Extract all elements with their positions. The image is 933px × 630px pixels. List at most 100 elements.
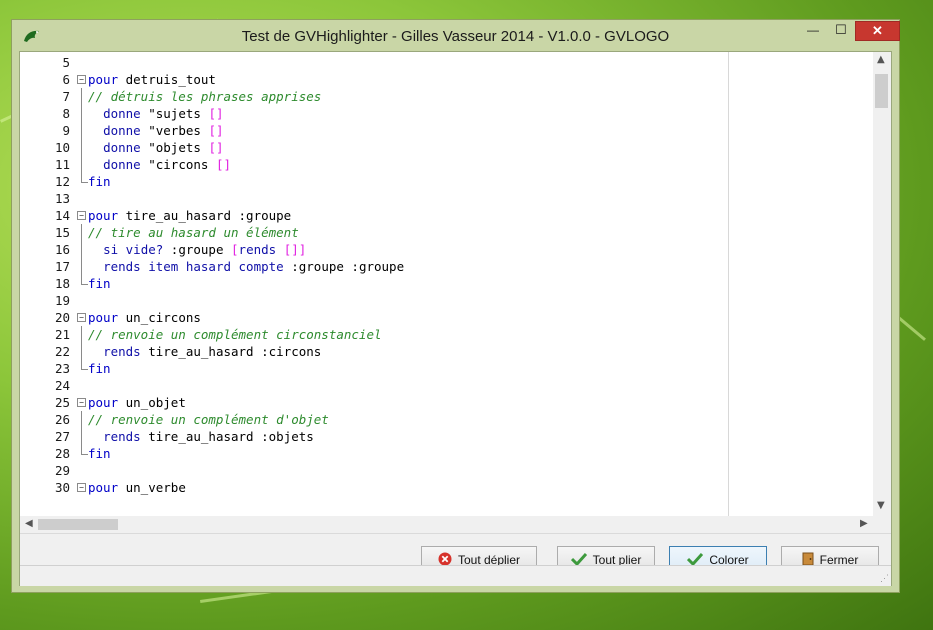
code-line[interactable]: 27 rends tire_au_hasard :objets [20, 428, 872, 445]
code-text: fin [88, 174, 111, 189]
line-number: 5 [62, 55, 70, 70]
code-line[interactable]: 23 fin [20, 360, 872, 377]
code-text: // renvoie un complément d'objet [88, 412, 329, 427]
line-number: 28 [54, 446, 70, 461]
code-token: tire_au_hasard :groupe [118, 208, 292, 223]
code-token: pour [88, 480, 119, 495]
fold-guide [81, 224, 82, 241]
code-line[interactable]: 25− pour un_objet [20, 394, 872, 411]
code-token: fin [88, 361, 111, 376]
code-line[interactable]: 7 // détruis les phrases apprises [20, 88, 872, 105]
horizontal-scrollbar[interactable]: ◀ ▶ [20, 516, 891, 533]
code-text: pour tire_au_hasard :groupe [88, 208, 291, 223]
line-number: 23 [54, 361, 70, 376]
code-token: [] [208, 106, 224, 121]
code-token: rends item hasard compte [103, 259, 284, 274]
code-line[interactable]: 22 rends tire_au_hasard :circons [20, 343, 872, 360]
code-line[interactable]: 16 si vide? :groupe [rends []] [20, 241, 872, 258]
fold-end-guide [81, 173, 88, 183]
code-line[interactable]: 21 // renvoie un complément circonstancie… [20, 326, 872, 343]
code-token: fin [88, 446, 111, 461]
code-token: :groupe [163, 242, 232, 257]
code-line[interactable]: 9 donne "verbes [] [20, 122, 872, 139]
vertical-scroll-thumb[interactable] [875, 74, 888, 108]
code-token: [] [208, 123, 224, 138]
code-token: pour [88, 72, 119, 87]
code-line[interactable]: 13 [20, 190, 872, 207]
code-line[interactable]: 12 fin [20, 173, 872, 190]
code-token: [] [215, 157, 232, 172]
code-text: // tire au hasard un élément [88, 225, 299, 240]
line-number: 11 [54, 157, 70, 172]
code-text: rends tire_au_hasard :objets [88, 429, 314, 444]
code-line[interactable]: 19 [20, 292, 872, 309]
code-text: donne "sujets [] [88, 106, 224, 121]
line-number: 8 [62, 106, 70, 121]
scroll-down-icon[interactable]: ▼ [877, 500, 885, 511]
code-text: donne "objets [] [88, 140, 224, 155]
code-line[interactable]: 15 // tire au hasard un élément [20, 224, 872, 241]
code-editor[interactable]: 5 6− pour detruis_tout 7// détruis les phra… [20, 52, 891, 517]
close-window-button[interactable]: ✕ [855, 21, 900, 41]
code-line[interactable]: 29 [20, 462, 872, 479]
code-token: si vide? [103, 242, 164, 257]
code-text: donne "verbes [] [88, 123, 224, 138]
code-line[interactable]: 10 donne "objets [] [20, 139, 872, 156]
code-token: rends [238, 242, 277, 257]
line-number: 16 [54, 242, 70, 257]
horizontal-scroll-thumb[interactable] [38, 519, 118, 530]
line-number: 17 [54, 259, 70, 274]
code-token: tire_au_hasard :circons [140, 344, 322, 359]
fold-guide [81, 105, 82, 122]
code-token: [] [208, 140, 224, 155]
resize-grip-icon[interactable]: ⋰ [880, 573, 889, 584]
code-line[interactable]: 5 [20, 54, 872, 71]
code-line[interactable]: 24 [20, 377, 872, 394]
fold-toggle-icon[interactable]: − [77, 313, 86, 322]
client-area: 5 6− pour detruis_tout 7// détruis les phra… [19, 51, 892, 586]
code-line[interactable]: 26 // renvoie un complément d'objet [20, 411, 872, 428]
code-token: // renvoie un complément circonstanciel [88, 327, 382, 342]
code-line[interactable]: 28 fin [20, 445, 872, 462]
fold-toggle-icon[interactable]: − [77, 398, 86, 407]
code-line[interactable]: 6− pour detruis_tout [20, 71, 872, 88]
line-number: 25 [54, 395, 70, 410]
fold-toggle-icon[interactable]: − [77, 211, 86, 220]
minimize-button[interactable]: — [799, 21, 827, 41]
line-number: 29 [54, 463, 70, 478]
vertical-scrollbar[interactable]: ▲ ▼ [873, 52, 891, 516]
fold-toggle-icon[interactable]: − [77, 483, 86, 492]
code-line[interactable]: 18 fin [20, 275, 872, 292]
code-line[interactable]: 30− pour un_verbe [20, 479, 872, 496]
line-number: 30 [54, 480, 70, 495]
code-text: // détruis les phrases apprises [88, 89, 321, 104]
scroll-right-icon[interactable]: ▶ [860, 518, 868, 529]
code-line[interactable]: 17 rends item hasard compte :groupe :gro… [20, 258, 872, 275]
fold-guide [81, 88, 82, 105]
fold-guide [81, 122, 82, 139]
title-bar[interactable]: Test de GVHighlighter - Gilles Vasseur 2… [12, 20, 900, 52]
code-line[interactable]: 14− pour tire_au_hasard :groupe [20, 207, 872, 224]
code-text: fin [88, 276, 111, 291]
fold-toggle-icon[interactable]: − [77, 75, 86, 84]
line-number: 24 [54, 378, 70, 393]
line-number: 10 [54, 140, 70, 155]
scroll-left-icon[interactable]: ◀ [25, 518, 33, 529]
code-text: pour un_objet [88, 395, 186, 410]
maximize-button[interactable]: ☐ [827, 21, 855, 41]
code-line[interactable]: 11 donne "circons [] [20, 156, 872, 173]
code-line[interactable]: 8 donne "sujets [] [20, 105, 872, 122]
line-number: 6 [62, 72, 70, 87]
code-line[interactable]: 20− pour un_circons [20, 309, 872, 326]
app-window: Test de GVHighlighter - Gilles Vasseur 2… [11, 19, 900, 593]
fold-guide [81, 156, 82, 173]
line-number: 22 [54, 344, 70, 359]
scroll-up-icon[interactable]: ▲ [877, 54, 885, 65]
code-text: pour un_verbe [88, 480, 186, 495]
